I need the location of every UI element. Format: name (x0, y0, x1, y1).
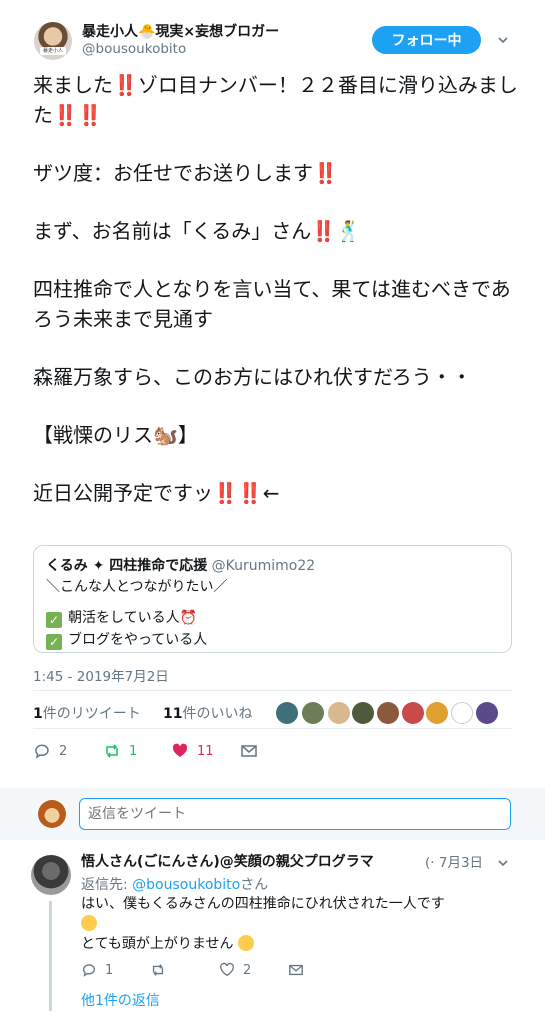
envelope-icon (241, 745, 257, 757)
reply-reply-action[interactable]: 1 (81, 962, 113, 978)
retweet-stat-label: 件のリツイート (42, 706, 141, 722)
author-name[interactable]: 暴走小人🐣現実×妄想ブロガー (82, 21, 279, 41)
reply-author-name[interactable]: 悟人さん(ごにんさん)@笑顔の親父プログラマ (81, 851, 426, 871)
reply-text: はい、僕もくるみさんの四柱推命にひれ伏された一人です とても頭が上がりません (81, 894, 501, 954)
liker-avatar[interactable] (352, 702, 374, 724)
tweet-paragraph: まず、お名前は「くるみ」さん‼️🕺 (33, 219, 362, 243)
quoted-text-line: ＼こんな人とつながりたい／ (46, 579, 228, 595)
author-handle[interactable]: @bousoukobito (82, 41, 186, 57)
reply-icon (35, 744, 49, 759)
quoted-text-line: ✓ 朝活をしている人⏰ (46, 607, 197, 628)
tweet-timestamp[interactable]: 1:45 - 2019年7月2日 (33, 665, 169, 685)
reply-count: 2 (59, 743, 68, 759)
check-icon: ✓ (46, 612, 62, 628)
heart-icon (172, 743, 188, 757)
reply-timestamp[interactable]: (· 7月3日 (425, 851, 483, 871)
divider (33, 690, 512, 691)
reply-reply-count: 1 (105, 962, 114, 978)
retweet-stat-count: 1 (33, 706, 43, 722)
quoted-author-name: くるみ ✦ 四柱推命で応援 (46, 558, 208, 574)
liker-avatar[interactable] (426, 702, 448, 724)
reply-like-action[interactable]: 2 (219, 962, 251, 978)
quoted-tweet-header: くるみ ✦ 四柱推命で応援 @Kurumimo22 (46, 555, 315, 575)
chevron-down-icon[interactable] (497, 34, 509, 46)
retweet-stat[interactable]: 1件のリツイート (33, 703, 141, 723)
tweet-paragraph: 【戦慄のリス🐿️】 (33, 423, 198, 447)
reply-to-suffix: さん (240, 877, 269, 893)
chevron-down-icon[interactable] (497, 857, 509, 869)
like-count: 11 (197, 743, 214, 759)
liker-avatar[interactable] (451, 702, 473, 724)
reply-action[interactable]: 2 (33, 742, 67, 760)
quoted-text-line-body: 朝活をしている人⏰ (68, 610, 198, 626)
like-stat-count: 11 (163, 706, 183, 722)
reply-to-handle-link[interactable]: @bousoukobito (132, 877, 240, 893)
current-user-avatar (38, 800, 66, 828)
heart-outline-icon (220, 962, 234, 977)
direct-message-action[interactable] (240, 742, 266, 760)
like-stat-label: 件のいいね (182, 706, 253, 722)
tweet-paragraph: 森羅万象すら、このお方にはひれ伏すだろう・・ (33, 365, 472, 389)
tweet-paragraph: 四柱推命で人となりを言い当て、果ては進むべきであろう未来まで見通す (33, 277, 511, 331)
reply-to-line: 返信先: @bousoukobitoさん (81, 874, 268, 894)
envelope-icon (289, 964, 303, 976)
sweat-smile-emoji-icon (81, 915, 97, 931)
like-stat[interactable]: 11件のいいね (163, 703, 252, 723)
liker-avatar[interactable] (276, 702, 298, 724)
retweet-action[interactable]: 1 (103, 742, 137, 760)
liker-avatar[interactable] (402, 702, 424, 724)
tweet-text: 来ました‼️ゾロ目ナンバー！２２番目に滑り込みました‼️‼️ ザツ度：お任せでお… (33, 70, 523, 536)
tweet-paragraph: 近日公開予定ですッ‼️‼️← (33, 481, 280, 505)
like-action[interactable]: 11 (171, 742, 214, 760)
divider (33, 728, 512, 729)
reply-icon (82, 964, 95, 977)
reply-to-prefix: 返信先: (81, 877, 133, 893)
relieved-face-emoji-icon (237, 935, 254, 951)
reply-dm-action[interactable] (288, 962, 312, 978)
follow-button[interactable]: フォロー中 (372, 26, 481, 54)
retweet-count: 1 (129, 743, 138, 759)
reply-text-line: とても頭が上がりません (81, 934, 501, 954)
quoted-author-handle: @Kurumimo22 (211, 558, 316, 574)
quoted-text-line-body: ブログをやっている人 (68, 632, 208, 648)
reply-retweet-action[interactable] (150, 962, 174, 978)
reply-text-line (81, 914, 501, 934)
retweet-icon (106, 744, 118, 758)
reply-text-body: はい、僕もくるみさんの四柱推命にひれ伏された一人です (81, 896, 445, 912)
reply-input[interactable] (79, 798, 511, 830)
tweet-paragraph: ザツ度：お任せでお送りします‼️ (33, 161, 338, 185)
avatar-tag: 暴走小人 (40, 47, 66, 55)
reply-like-count: 2 (243, 962, 252, 978)
reply-text-body: とても頭が上がりません (81, 936, 234, 952)
liker-avatar[interactable] (476, 702, 498, 724)
author-avatar[interactable]: 暴走小人 (34, 22, 72, 60)
retweet-icon (152, 964, 164, 976)
liker-avatar[interactable] (377, 702, 399, 724)
tweet-paragraph: 来ました‼️ゾロ目ナンバー！２２番目に滑り込みました‼️‼️ (33, 73, 518, 127)
liker-avatar[interactable] (302, 702, 324, 724)
quoted-tweet-card[interactable]: くるみ ✦ 四柱推命で応援 @Kurumimo22 ＼こんな人とつながりたい／ … (33, 545, 512, 653)
quoted-text-line: ✓ ブログをやっている人 (46, 629, 207, 650)
reply-text-line: はい、僕もくるみさんの四柱推命にひれ伏された一人です (81, 894, 501, 914)
more-replies-link[interactable]: 他1件の返信 (81, 990, 160, 1010)
reply-author-avatar[interactable] (31, 855, 71, 895)
thread-line (49, 901, 52, 1011)
liker-avatar[interactable] (328, 702, 350, 724)
check-icon: ✓ (46, 634, 62, 650)
